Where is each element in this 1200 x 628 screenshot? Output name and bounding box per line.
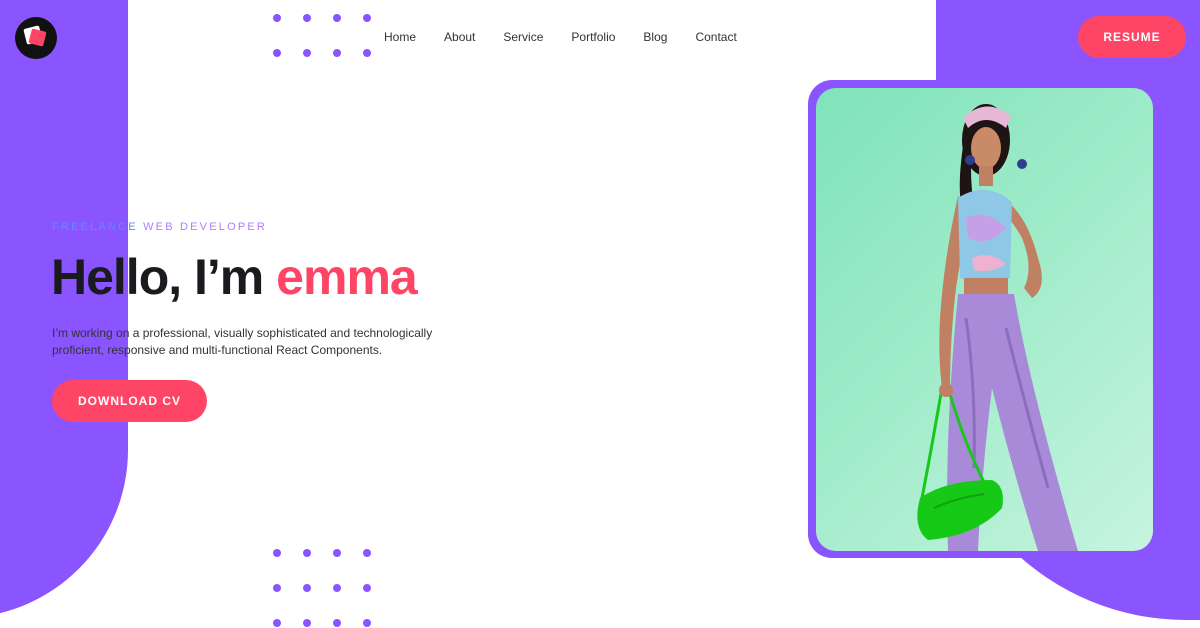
dot xyxy=(333,619,341,627)
nav-item-portfolio[interactable]: Portfolio xyxy=(571,30,615,44)
dot xyxy=(333,14,341,22)
dots-decoration-bottom xyxy=(273,549,371,627)
dot xyxy=(303,49,311,57)
dot xyxy=(333,49,341,57)
dot xyxy=(363,49,371,57)
dot xyxy=(303,584,311,592)
download-cv-button[interactable]: DOWNLOAD CV xyxy=(52,380,207,422)
subtitle-rest: WEB DEVELOPER xyxy=(143,221,268,233)
dot xyxy=(273,549,281,557)
dot xyxy=(303,14,311,22)
greeting-text: Hello, I’m xyxy=(51,249,264,305)
woman-figure-illustration xyxy=(917,104,1078,551)
nav-item-blog[interactable]: Blog xyxy=(643,30,667,44)
dot xyxy=(363,619,371,627)
dot xyxy=(363,14,371,22)
dot xyxy=(273,619,281,627)
dot xyxy=(273,584,281,592)
hero-photo xyxy=(816,88,1153,551)
resume-button[interactable]: RESUME xyxy=(1078,16,1186,58)
nav-item-contact[interactable]: Contact xyxy=(695,30,736,44)
hero-subtitle: FREELANCE WEB DEVELOPER xyxy=(52,221,267,233)
nav-item-service[interactable]: Service xyxy=(503,30,543,44)
dot xyxy=(303,619,311,627)
logo-square-pink xyxy=(28,28,47,47)
left-purple-shape xyxy=(0,0,128,618)
hero-headline: Hello, I’m emma xyxy=(51,248,418,306)
nav-item-about[interactable]: About xyxy=(444,30,475,44)
main-nav: Home About Service Portfolio Blog Contac… xyxy=(384,30,765,44)
dot xyxy=(333,584,341,592)
logo-icon[interactable] xyxy=(15,17,57,59)
dot xyxy=(363,584,371,592)
nav-item-home[interactable]: Home xyxy=(384,30,416,44)
dot xyxy=(273,14,281,22)
dots-decoration-top xyxy=(273,14,371,57)
hero-photo-frame xyxy=(808,80,1160,558)
subtitle-first-word: FREELANCE xyxy=(52,221,138,233)
dot xyxy=(273,49,281,57)
dot xyxy=(363,549,371,557)
hero-name: emma xyxy=(276,249,418,305)
dot xyxy=(333,549,341,557)
hero-description: I’m working on a professional, visually … xyxy=(52,326,433,357)
dot xyxy=(303,549,311,557)
